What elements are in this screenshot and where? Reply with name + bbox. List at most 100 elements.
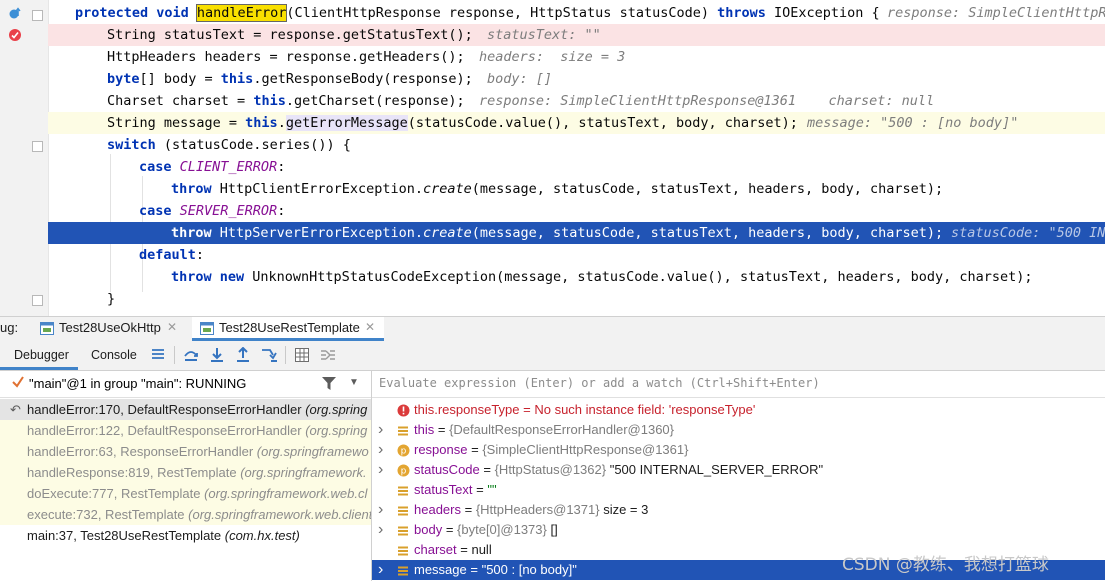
close-icon[interactable]: ✕	[167, 320, 177, 334]
variable-row[interactable]: › headers = {HttpHeaders@1371} size = 3	[372, 500, 1105, 520]
variable-row[interactable]: statusText = ""	[372, 480, 1105, 500]
stack-frame-row[interactable]: handleError:122, DefaultResponseErrorHan…	[0, 420, 371, 441]
svg-text:p: p	[401, 447, 407, 457]
variable-equals: =	[479, 462, 495, 477]
code-token: :	[195, 247, 205, 263]
step-into-icon[interactable]	[209, 347, 225, 366]
chevron-right-icon[interactable]: ›	[378, 420, 383, 440]
code-token: default	[139, 247, 196, 263]
code-line[interactable]: String message = this.getErrorMessage(st…	[48, 112, 1105, 134]
variable-row[interactable]: › p response = {SimpleClientHttpResponse@1…	[372, 440, 1105, 460]
variable-row[interactable]: › p statusCode = {HttpStatus@1362} "500 IN…	[372, 460, 1105, 480]
code-editor[interactable]: protected void handleError(ClientHttpRes…	[0, 0, 1105, 316]
trace-stream-icon[interactable]	[320, 347, 336, 366]
execution-point-line[interactable]: throw HttpServerErrorException.create(me…	[48, 222, 1105, 244]
code-token: HttpClientErrorException.	[219, 181, 423, 197]
variable-name: headers	[414, 502, 461, 517]
tab-debugger[interactable]: Debugger	[0, 341, 78, 370]
code-token: handleError	[195, 4, 288, 22]
menu-icon[interactable]	[151, 347, 165, 364]
check-icon	[11, 375, 25, 392]
close-icon[interactable]: ✕	[365, 320, 375, 334]
variable-row[interactable]: › body = {byte[0]@1373} []	[372, 520, 1105, 540]
tab-label: Test28UseOkHttp	[59, 320, 161, 335]
chevron-right-icon[interactable]: ›	[378, 560, 383, 580]
variable-row[interactable]: › this = {DefaultResponseErrorHandler@136…	[372, 420, 1105, 440]
code-line[interactable]: String statusText = response.getStatusTe…	[48, 24, 1105, 46]
code-token: byte	[107, 71, 140, 87]
code-line[interactable]: }	[48, 288, 1105, 310]
variable-name: response	[414, 442, 468, 457]
debugger-toolbar: Debugger Console	[0, 341, 1105, 371]
chevron-right-icon[interactable]: ›	[378, 520, 383, 540]
stack-frame-row[interactable]: main:37, Test28UseRestTemplate (com.hx.t…	[0, 525, 371, 546]
stack-frame-row[interactable]: execute:732, RestTemplate (org.springfra…	[0, 504, 371, 525]
tab-test28useokhttp[interactable]: Test28UseOkHttp ✕	[34, 317, 184, 341]
code-line[interactable]: default:	[48, 244, 1105, 266]
code-token: :	[277, 159, 286, 175]
variable-name: message	[414, 562, 467, 577]
frame-package: (org.springframework.web.cl	[204, 486, 368, 501]
frame-method: handleError:170, DefaultResponseErrorHan…	[27, 402, 306, 417]
stack-frame-row[interactable]: doExecute:777, RestTemplate (org.springf…	[0, 483, 371, 504]
code-token: throw	[171, 225, 220, 241]
variable-reference: {SimpleClientHttpResponse@1361}	[482, 442, 689, 457]
breakpoint-icon[interactable]	[8, 27, 22, 46]
filter-icon[interactable]	[322, 377, 336, 393]
variable-equals: =	[434, 422, 450, 437]
fold-marker[interactable]	[32, 295, 43, 306]
tab-console[interactable]: Console	[80, 341, 142, 370]
code-line[interactable]: protected void handleError(ClientHttpRes…	[48, 2, 1105, 24]
evaluate-expression-field[interactable]: Evaluate expression (Enter) or add a wat…	[372, 371, 1105, 398]
step-out-icon[interactable]	[235, 346, 251, 366]
variable-equals: =	[467, 442, 483, 457]
chevron-right-icon[interactable]: ›	[378, 460, 383, 480]
inline-value-hint: statusCode: "500 IN	[951, 225, 1105, 241]
code-token: throws	[717, 5, 775, 21]
fold-marker[interactable]	[32, 141, 43, 152]
code-token: CLIENT_ERROR	[179, 159, 278, 175]
code-line[interactable]: Charset charset = this.getCharset(respon…	[48, 90, 1105, 112]
variable-reference: {DefaultResponseErrorHandler@1360}	[449, 422, 675, 437]
tab-test28useresttemplate[interactable]: Test28UseRestTemplate ✕	[192, 317, 384, 341]
svg-text:p: p	[401, 467, 407, 477]
code-line[interactable]: case CLIENT_ERROR:	[48, 156, 1105, 178]
code-line[interactable]: switch (statusCode.series()) {	[48, 134, 1105, 156]
code-line[interactable]: byte[] body = this.getResponseBody(respo…	[48, 68, 1105, 90]
stack-frame-row[interactable]: ↶ handleError:170, DefaultResponseErrorHa…	[0, 399, 371, 420]
code-line[interactable]: throw HttpClientErrorException.create(me…	[48, 178, 1105, 200]
code-token: create	[422, 181, 472, 197]
code-token: getErrorMessage	[285, 115, 408, 131]
evaluate-expression-icon[interactable]	[294, 347, 310, 366]
code-token: :	[277, 203, 286, 219]
code-token: switch	[107, 137, 164, 153]
variable-value: null	[471, 542, 492, 557]
code-token: (message, statusCode, statusText, header…	[471, 225, 944, 241]
code-token: case	[139, 203, 180, 219]
code-line[interactable]: throw new UnknownHttpStatusCodeException…	[48, 266, 1105, 288]
step-over-icon[interactable]	[183, 347, 199, 366]
chevron-down-icon[interactable]: ▼	[349, 377, 359, 388]
stack-frame-row[interactable]: handleError:63, ResponseErrorHandler (or…	[0, 441, 371, 462]
code-token: [] body =	[139, 71, 221, 87]
run-config-icon	[40, 322, 54, 338]
frame-package: (org.spring	[305, 423, 368, 438]
variables-panel: Evaluate expression (Enter) or add a wat…	[372, 371, 1105, 581]
chevron-right-icon[interactable]: ›	[378, 440, 383, 460]
chevron-right-icon[interactable]: ›	[378, 500, 383, 520]
code-line[interactable]: HttpHeaders headers = response.getHeader…	[48, 46, 1105, 68]
implements-icon[interactable]	[8, 6, 22, 25]
variable-row[interactable]: this.responseType = No such instance fie…	[372, 400, 1105, 420]
editor-gutter[interactable]	[0, 0, 49, 316]
frame-package: (org.springframework.	[240, 465, 367, 480]
tab-debugger-label: Debugger	[14, 348, 69, 362]
code-token: IOException {	[774, 5, 880, 21]
frame-method: handleResponse:819, RestTemplate	[27, 465, 241, 480]
fold-marker[interactable]	[32, 10, 43, 21]
code-line[interactable]: case SERVER_ERROR:	[48, 200, 1105, 222]
thread-selector[interactable]: "main"@1 in group "main": RUNNING ▼	[0, 371, 371, 398]
run-to-cursor-icon[interactable]	[261, 347, 279, 366]
stack-frame-row[interactable]: handleResponse:819, RestTemplate (org.sp…	[0, 462, 371, 483]
tab-console-label: Console	[91, 348, 137, 362]
variable-name: statusText	[414, 482, 473, 497]
